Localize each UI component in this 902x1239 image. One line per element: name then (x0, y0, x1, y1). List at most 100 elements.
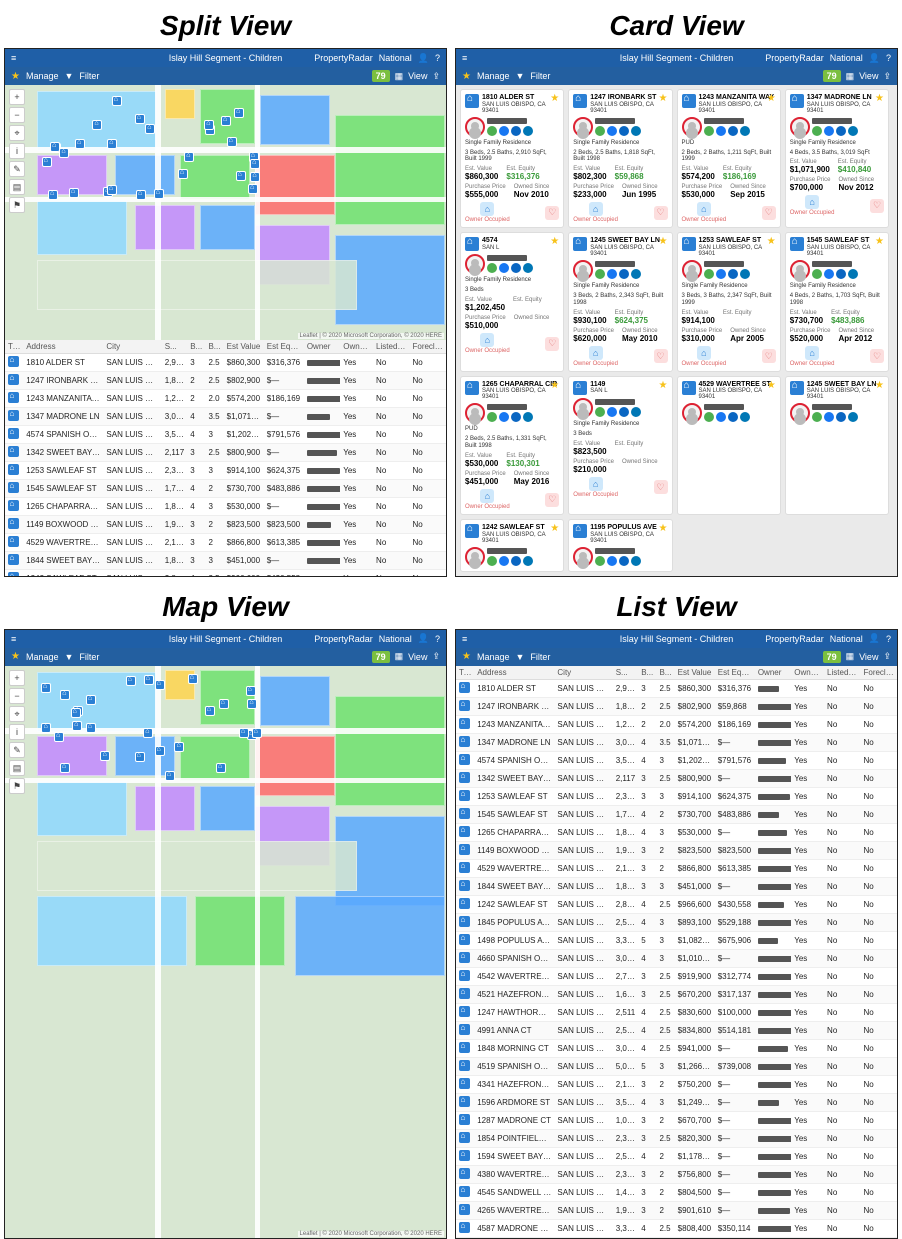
locate-icon[interactable]: ⌖ (9, 125, 25, 141)
owner-avatar[interactable] (573, 117, 593, 137)
col-header[interactable]: Owner (755, 666, 791, 680)
owner-avatar[interactable] (465, 403, 485, 423)
twitter-icon[interactable] (836, 269, 846, 279)
twitter-icon[interactable] (619, 269, 629, 279)
table-row[interactable]: 1498 POPULUS AVESAN LUIS OBISPO3,33153$1… (456, 931, 897, 949)
linkedin-icon[interactable] (631, 556, 641, 566)
property-card[interactable]: ★1195 POPULUS AVESAN LUIS OBISPO, CA 934… (568, 519, 672, 572)
table-row[interactable]: 1265 CHAPARRAL CIRSAN LUIS OBISPO1,87043… (456, 823, 897, 841)
table-row[interactable]: 4574 SPANISH OAKS DRSAN LUIS OBISPO3,573… (456, 751, 897, 769)
facebook-icon[interactable] (607, 407, 617, 417)
property-pin[interactable] (155, 746, 165, 756)
property-card[interactable]: ★1265 CHAPARRAL CIRSAN LUIS OBISPO, CA 9… (460, 376, 564, 515)
star-icon[interactable]: ★ (875, 236, 884, 247)
alert-icon[interactable]: ♡ (654, 206, 668, 220)
property-pin[interactable] (60, 690, 70, 700)
property-pin[interactable] (236, 171, 246, 181)
user-icon[interactable]: 👤 (418, 633, 429, 644)
twitter-icon[interactable] (836, 126, 846, 136)
table-row[interactable]: 1342 SWEET BAY LNSAN LUIS OBISPO2,11732.… (456, 769, 897, 787)
col-header[interactable]: Est Equity (715, 666, 755, 680)
parcel[interactable] (37, 896, 187, 966)
table-row[interactable]: 1247 IRONBARK STSAN LUIS OBISPO1,81822.5… (456, 697, 897, 715)
table-row[interactable]: 4529 WAVERTREE STSAN LUIS OBISPO2,18232$… (456, 859, 897, 877)
property-pin[interactable] (135, 752, 145, 762)
star-icon[interactable]: ★ (550, 93, 559, 104)
property-pin[interactable] (112, 96, 122, 106)
facebook-icon[interactable] (716, 412, 726, 422)
parcel[interactable] (335, 696, 445, 806)
parcel[interactable] (135, 786, 195, 831)
property-pin[interactable] (41, 683, 51, 693)
alert-icon[interactable]: ♡ (870, 349, 884, 363)
table-row[interactable]: 1247 HAWTHORN DRSAN LUIS OBISPO2,51142.5… (456, 1003, 897, 1021)
layers-icon[interactable]: ▤ (9, 179, 25, 195)
col-header[interactable]: B... (638, 666, 656, 680)
phone-icon[interactable] (812, 412, 822, 422)
table-row[interactable]: 1287 MADRONE CTSAN LUIS OBISPO1,08932$67… (456, 1111, 897, 1129)
col-header[interactable]: City (554, 666, 612, 680)
home-foot-icon[interactable]: ⌂ (589, 477, 603, 491)
linkedin-icon[interactable] (523, 556, 533, 566)
star-icon[interactable]: ★ (659, 93, 668, 104)
property-pin[interactable] (41, 723, 51, 733)
property-pin[interactable] (250, 159, 260, 169)
property-card[interactable]: ★4529 WAVERTREE STSAN LUIS OBISPO, CA 93… (677, 376, 781, 515)
table-row[interactable]: 4380 WAVERTREE STSAN LUIS OBISPO2,32432$… (456, 1165, 897, 1183)
col-header[interactable]: Type (5, 340, 23, 354)
property-pin[interactable] (144, 675, 154, 685)
table-row[interactable]: 1594 SWEET BAY LNSAN LUIS OBISPO2,50942$… (456, 1147, 897, 1165)
zoom-in-icon[interactable]: + (9, 670, 25, 686)
results-table[interactable]: TypeAddressCityS...B...B...Est ValueEst … (456, 666, 897, 1238)
facebook-icon[interactable] (716, 126, 726, 136)
owner-avatar[interactable] (573, 547, 593, 567)
property-card[interactable]: ★4574SAN LSingle Family Residence3 BedsE… (460, 232, 564, 371)
property-pin[interactable] (227, 137, 237, 147)
property-card[interactable]: ★1545 SAWLEAF STSAN LUIS OBISPO, CA 9340… (785, 232, 889, 371)
property-pin[interactable] (178, 169, 188, 179)
table-row[interactable]: 4542 WAVERTREE STSAN LUIS OBISPO2,75232.… (456, 967, 897, 985)
grid-icon[interactable]: ▦ (846, 71, 855, 82)
table-row[interactable]: 1242 SAWLEAF STSAN LUIS OBISPO2,81942.5$… (5, 570, 446, 576)
facebook-icon[interactable] (607, 556, 617, 566)
facebook-icon[interactable] (824, 412, 834, 422)
table-row[interactable]: 1844 SWEET BAY LNSAN LUIS OBISPO1,81033$… (5, 552, 446, 570)
funnel-icon[interactable]: ▼ (516, 652, 525, 662)
property-pin[interactable] (60, 763, 70, 773)
linkedin-icon[interactable] (631, 407, 641, 417)
grid-icon[interactable]: ▦ (395, 651, 404, 662)
home-foot-icon[interactable]: ⌂ (805, 195, 819, 209)
linkedin-icon[interactable] (848, 412, 858, 422)
filter-button[interactable]: Filter (79, 71, 99, 81)
property-pin[interactable] (204, 120, 214, 130)
table-row[interactable]: 1265 CHAPARRAL CIRSAN LUIS OBISPO1,87043… (5, 498, 446, 516)
phone-icon[interactable] (812, 269, 822, 279)
parcel[interactable] (37, 841, 357, 891)
menu-icon[interactable]: ≡ (462, 634, 467, 644)
property-pin[interactable] (86, 723, 96, 733)
table-row[interactable]: 4519 SPANISH OAKS DRSAN LUIS OBISPO5,079… (456, 1057, 897, 1075)
parcel[interactable] (135, 205, 195, 250)
zoom-out-icon[interactable]: − (9, 688, 25, 704)
twitter-icon[interactable] (836, 412, 846, 422)
facebook-icon[interactable] (824, 269, 834, 279)
funnel-icon[interactable]: ▼ (65, 71, 74, 81)
view-button[interactable]: View (408, 652, 427, 662)
facebook-icon[interactable] (607, 126, 617, 136)
table-row[interactable]: 1810 ALDER STSAN LUIS OBISPO2,99032.5$86… (5, 354, 446, 372)
property-pin[interactable] (219, 699, 229, 709)
star-icon[interactable]: ★ (659, 236, 668, 247)
draw-icon[interactable]: ✎ (9, 161, 25, 177)
funnel-icon[interactable]: ▼ (516, 71, 525, 81)
linkedin-icon[interactable] (631, 269, 641, 279)
filter-button[interactable]: Filter (79, 652, 99, 662)
table-row[interactable]: 1845 POPULUS AVESAN LUIS OBISPO2,58143$8… (456, 913, 897, 931)
owner-avatar[interactable] (790, 403, 810, 423)
linkedin-icon[interactable] (523, 412, 533, 422)
user-icon[interactable]: 👤 (869, 53, 880, 64)
facebook-icon[interactable] (499, 126, 509, 136)
help-icon[interactable]: ? (435, 53, 440, 63)
manage-button[interactable]: Manage (477, 652, 510, 662)
linkedin-icon[interactable] (523, 126, 533, 136)
property-pin[interactable] (72, 721, 82, 731)
